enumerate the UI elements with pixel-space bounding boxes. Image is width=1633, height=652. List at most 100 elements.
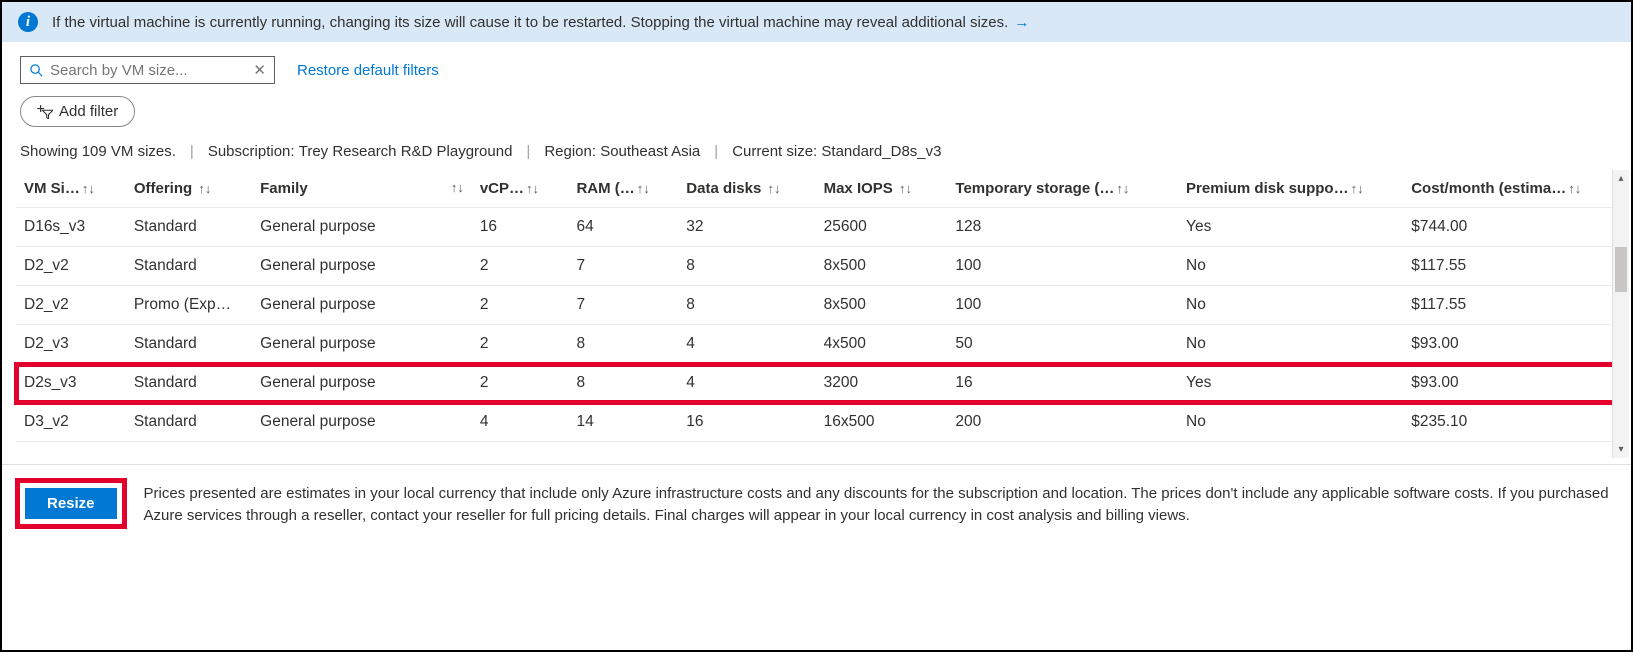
search-placeholder: Search by VM size... xyxy=(50,62,253,79)
table-row[interactable]: D2s_v3StandardGeneral purpose284320016Ye… xyxy=(16,364,1623,403)
sort-icon: ↑↓ xyxy=(1116,181,1129,196)
cell-vcpus: 2 xyxy=(472,364,569,403)
cell-data_disks: 4 xyxy=(678,325,815,364)
scroll-up-icon[interactable]: ▴ xyxy=(1613,170,1629,187)
info-banner: i If the virtual machine is currently ru… xyxy=(2,2,1631,42)
sort-icon: ↑↓ xyxy=(1568,181,1581,196)
cell-max_iops: 16x500 xyxy=(816,403,948,442)
cell-data_disks: 8 xyxy=(678,286,815,325)
cell-cost: $93.00 xyxy=(1403,325,1623,364)
add-filter-label: Add filter xyxy=(59,103,118,120)
cell-data_disks: 8 xyxy=(678,247,815,286)
cell-cost: $235.10 xyxy=(1403,403,1623,442)
subscription-label: Subscription: xyxy=(208,143,295,160)
cell-premium: No xyxy=(1178,247,1403,286)
cell-vcpus: 2 xyxy=(472,325,569,364)
cell-offering: Standard xyxy=(126,364,252,403)
table-row[interactable]: D2_v2Promo (Exp…General purpose2788x5001… xyxy=(16,286,1623,325)
cell-size: D3_v2 xyxy=(16,403,126,442)
banner-text: If the virtual machine is currently runn… xyxy=(52,14,1008,31)
cell-vcpus: 16 xyxy=(472,208,569,247)
cell-cost: $117.55 xyxy=(1403,286,1623,325)
search-icon xyxy=(29,63,44,78)
vertical-scrollbar[interactable]: ▴ ▾ xyxy=(1612,170,1629,458)
sort-icon: ↑↓ xyxy=(82,181,95,196)
cell-max_iops: 3200 xyxy=(816,364,948,403)
pricing-disclaimer: Prices presented are estimates in your l… xyxy=(144,483,1613,527)
resize-highlight: Resize xyxy=(20,483,122,524)
cell-premium: No xyxy=(1178,403,1403,442)
col-max-iops[interactable]: Max IOPS ↑↓ xyxy=(816,170,948,208)
vm-sizes-table: VM Si…↑↓ Offering ↑↓ Family↑↓ vCP…↑↓ RAM… xyxy=(16,170,1623,442)
showing-count: Showing 109 VM sizes. xyxy=(20,143,176,160)
sort-icon: ↑↓ xyxy=(526,181,539,196)
cell-ram: 8 xyxy=(568,325,678,364)
region-label: Region: xyxy=(544,143,596,160)
cell-size: D2_v3 xyxy=(16,325,126,364)
col-family[interactable]: Family↑↓ xyxy=(252,170,472,208)
search-input[interactable]: Search by VM size... ✕ xyxy=(20,56,275,84)
col-vcpus[interactable]: vCP…↑↓ xyxy=(472,170,569,208)
info-icon: i xyxy=(18,12,38,32)
cell-size: D2s_v3 xyxy=(16,364,126,403)
table-row[interactable]: D16s_v3StandardGeneral purpose1664322560… xyxy=(16,208,1623,247)
cell-size: D16s_v3 xyxy=(16,208,126,247)
col-data-disks[interactable]: Data disks ↑↓ xyxy=(678,170,815,208)
cell-max_iops: 4x500 xyxy=(816,325,948,364)
cell-size: D2_v2 xyxy=(16,286,126,325)
resize-button[interactable]: Resize xyxy=(25,488,117,519)
cell-family: General purpose xyxy=(252,403,472,442)
cell-cost: $93.00 xyxy=(1403,364,1623,403)
col-premium[interactable]: Premium disk suppo…↑↓ xyxy=(1178,170,1403,208)
cell-data_disks: 32 xyxy=(678,208,815,247)
region-value: Southeast Asia xyxy=(600,143,700,160)
summary-row: Showing 109 VM sizes. | Subscription: Tr… xyxy=(2,137,1631,170)
col-offering[interactable]: Offering ↑↓ xyxy=(126,170,252,208)
cell-ram: 8 xyxy=(568,364,678,403)
cell-offering: Standard xyxy=(126,403,252,442)
scroll-down-icon[interactable]: ▾ xyxy=(1613,441,1629,458)
cell-temp_storage: 100 xyxy=(947,247,1178,286)
col-vm-size[interactable]: VM Si…↑↓ xyxy=(16,170,126,208)
cell-premium: Yes xyxy=(1178,364,1403,403)
table-row[interactable]: D2_v3StandardGeneral purpose2844x50050No… xyxy=(16,325,1623,364)
current-size-label: Current size: xyxy=(732,143,817,160)
sort-icon: ↑↓ xyxy=(637,181,650,196)
col-temp-storage[interactable]: Temporary storage (…↑↓ xyxy=(947,170,1178,208)
cell-offering: Standard xyxy=(126,325,252,364)
table-row[interactable]: D2_v2StandardGeneral purpose2788x500100N… xyxy=(16,247,1623,286)
scrollbar-thumb[interactable] xyxy=(1615,247,1627,292)
cell-cost: $117.55 xyxy=(1403,247,1623,286)
arrow-icon[interactable]: → xyxy=(1014,14,1029,31)
cell-vcpus: 2 xyxy=(472,286,569,325)
cell-offering: Standard xyxy=(126,247,252,286)
cell-cost: $744.00 xyxy=(1403,208,1623,247)
table-row[interactable]: D3_v2StandardGeneral purpose4141616x5002… xyxy=(16,403,1623,442)
cell-data_disks: 4 xyxy=(678,364,815,403)
cell-premium: No xyxy=(1178,325,1403,364)
cell-family: General purpose xyxy=(252,208,472,247)
cell-temp_storage: 100 xyxy=(947,286,1178,325)
add-filter-icon xyxy=(37,105,53,119)
cell-size: D2_v2 xyxy=(16,247,126,286)
cell-family: General purpose xyxy=(252,325,472,364)
add-filter-button[interactable]: Add filter xyxy=(20,96,135,127)
cell-vcpus: 4 xyxy=(472,403,569,442)
cell-premium: No xyxy=(1178,286,1403,325)
restore-default-filters-link[interactable]: Restore default filters xyxy=(297,62,439,79)
cell-family: General purpose xyxy=(252,364,472,403)
cell-max_iops: 8x500 xyxy=(816,286,948,325)
col-cost[interactable]: Cost/month (estima…↑↓ xyxy=(1403,170,1623,208)
cell-ram: 7 xyxy=(568,286,678,325)
cell-ram: 7 xyxy=(568,247,678,286)
cell-ram: 14 xyxy=(568,403,678,442)
cell-ram: 64 xyxy=(568,208,678,247)
current-size-value: Standard_D8s_v3 xyxy=(821,143,941,160)
cell-max_iops: 25600 xyxy=(816,208,948,247)
clear-icon[interactable]: ✕ xyxy=(253,61,266,79)
cell-temp_storage: 50 xyxy=(947,325,1178,364)
cell-family: General purpose xyxy=(252,286,472,325)
col-ram[interactable]: RAM (…↑↓ xyxy=(568,170,678,208)
subscription-value: Trey Research R&D Playground xyxy=(299,143,513,160)
cell-temp_storage: 128 xyxy=(947,208,1178,247)
